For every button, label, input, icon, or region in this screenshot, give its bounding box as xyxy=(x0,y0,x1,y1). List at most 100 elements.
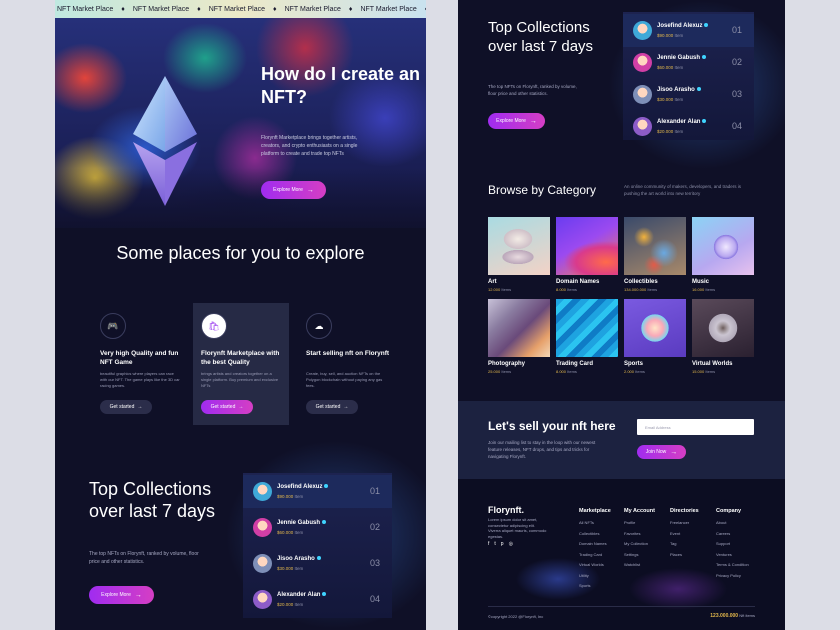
category-image xyxy=(556,299,618,357)
collector-value: $30.000 Item xyxy=(277,566,304,571)
verified-icon xyxy=(696,87,701,92)
get-started-button[interactable]: Get started → xyxy=(306,400,358,414)
category-card[interactable]: Photography 25.000 Items xyxy=(488,299,550,374)
footer-link[interactable]: Collectibles xyxy=(579,531,611,536)
category-count: 12.000 Items xyxy=(488,287,512,292)
footer-brand: Florynft. xyxy=(488,505,524,515)
category-card[interactable]: Collectibles 134.000.000 Items xyxy=(624,217,686,292)
ranking-row[interactable]: Josefind Alexuz $90.000 Item 01 xyxy=(623,14,754,47)
collector-name: Alexander Alan xyxy=(277,592,327,598)
get-started-button[interactable]: Get started → xyxy=(201,400,253,414)
category-name: Collectibles xyxy=(624,279,658,285)
top-collections-description: The top NFTs on Florynft, ranked by volu… xyxy=(488,84,577,96)
footer-link[interactable]: Event xyxy=(670,531,699,536)
arrow-right-icon: → xyxy=(134,591,142,599)
diamond-icon: ♦ xyxy=(425,6,426,13)
footer-link[interactable]: Careers xyxy=(716,531,749,536)
category-image xyxy=(624,217,686,275)
ranking-row[interactable]: Jisoo Arasho $30.000 Item 03 xyxy=(243,547,392,580)
top-explore-button[interactable]: Explore More → xyxy=(488,113,545,129)
category-card[interactable]: Sports 2.000 Items xyxy=(624,299,686,374)
footer-link[interactable]: Privacy Policy xyxy=(716,573,749,578)
footer-link[interactable]: Favorites xyxy=(624,531,655,536)
ranking-list: Josefind Alexuz $90.000 Item 01 Jennie Gabu… xyxy=(623,12,754,140)
ranking-row[interactable]: Jisoo Arasho $30.000 Item 03 xyxy=(623,78,754,111)
email-field[interactable]: Email Address xyxy=(637,419,754,435)
explore-title: Some places for you to explore xyxy=(116,243,365,263)
category-name: Sports xyxy=(624,361,644,367)
category-card[interactable]: Music 16.000 Items xyxy=(692,217,754,292)
footer-link[interactable]: My Collection xyxy=(624,541,655,546)
footer-link[interactable]: Profile xyxy=(624,520,655,525)
footer-link[interactable]: Watchlist xyxy=(624,562,655,567)
footer-link[interactable]: Tag xyxy=(670,541,699,546)
category-card[interactable]: Virtual Worlds 15.000 Items xyxy=(692,299,754,374)
rank-number: 01 xyxy=(369,486,380,496)
join-now-button[interactable]: Join Now → xyxy=(637,445,686,459)
top-explore-button[interactable]: Explore More → xyxy=(89,586,154,604)
hero-explore-button[interactable]: Explore More → xyxy=(261,181,326,199)
collector-value: $30.000 Item xyxy=(657,97,684,102)
footer-column-title: Directories xyxy=(670,508,699,514)
card-title: Start selling nft on Florynft xyxy=(306,350,390,357)
category-card[interactable]: Art 12.000 Items xyxy=(488,217,550,292)
instagram-icon[interactable]: ◎ xyxy=(509,541,513,547)
ranking-row[interactable]: Alexander Alan $20.000 Item 04 xyxy=(623,110,754,143)
footer-link[interactable]: Utility xyxy=(579,573,611,578)
explore-label: Explore More xyxy=(496,118,526,124)
ranking-row[interactable]: Josefind Alexuz $90.000 Item 01 xyxy=(243,475,392,508)
ranking-row[interactable]: Jennie Gabush $60.000 Item 02 xyxy=(623,46,754,79)
avatar xyxy=(633,21,652,40)
footer-column-title: Company xyxy=(716,508,742,514)
collector-name: Jisoo Arasho xyxy=(657,87,701,93)
twitter-icon[interactable]: t xyxy=(494,541,495,547)
ranking-row[interactable]: Alexander Alan $20.000 Item 04 xyxy=(243,583,392,616)
footer-link[interactable]: Sports xyxy=(579,583,611,588)
footer-link[interactable]: All NFTs xyxy=(579,520,611,525)
pinterest-icon[interactable]: p xyxy=(501,541,504,547)
card-title: Very high Quality and fun NFT Game xyxy=(100,350,179,366)
footer-link[interactable]: Support xyxy=(716,541,749,546)
card-description: beautiful graphics where players can rac… xyxy=(100,371,180,388)
category-count: 8.000 Items xyxy=(556,287,577,292)
category-name: Domain Names xyxy=(556,279,600,285)
social-links: f t p ◎ xyxy=(488,541,513,547)
newsletter-title: Let's sell your nft here xyxy=(488,419,616,433)
footer-link[interactable]: Trading Card xyxy=(579,552,611,557)
category-count: 16.000 Items xyxy=(692,287,716,292)
card-description: Create, buy, sell, and auction NFTs on t… xyxy=(306,371,383,388)
avatar xyxy=(253,482,272,501)
ethereum-logo-icon xyxy=(133,76,197,206)
ticker-item: NFT Market Place xyxy=(360,5,417,13)
footer-link[interactable]: Domain Names xyxy=(579,541,611,546)
footer-link[interactable]: Places xyxy=(670,552,699,557)
category-card[interactable]: Domain Names 8.000 Items xyxy=(556,217,618,292)
button-label: Get started xyxy=(315,404,341,410)
footer-column-title: Marketplace xyxy=(579,508,611,514)
verified-icon xyxy=(704,23,709,28)
footer-link[interactable]: Ventures xyxy=(716,552,749,557)
collector-value: $90.000 Item xyxy=(277,494,304,499)
category-card[interactable]: Trading Card 8.000 Items xyxy=(556,299,618,374)
verified-icon xyxy=(322,592,327,597)
rank-number: 04 xyxy=(369,594,380,604)
footer-link[interactable]: Settings xyxy=(624,552,655,557)
button-label: Get started xyxy=(109,404,135,410)
arrow-right-icon: → xyxy=(306,186,314,194)
rank-number: 01 xyxy=(731,25,742,35)
footer-link[interactable]: Terms & Condition xyxy=(716,562,749,567)
ticker-item: NFT Market Place xyxy=(132,5,190,13)
facebook-icon[interactable]: f xyxy=(488,541,489,547)
verified-icon xyxy=(702,119,707,124)
footer-link[interactable]: Virtual Worlds xyxy=(579,562,611,567)
footer-link[interactable]: Freelancer xyxy=(670,520,699,525)
footer-column: My Account Profile Favorites My Collection S… xyxy=(624,508,655,573)
rank-number: 04 xyxy=(731,121,742,131)
get-started-button[interactable]: Get started → xyxy=(100,400,152,414)
footer-link[interactable]: About xyxy=(716,520,749,525)
avatar xyxy=(633,117,652,136)
collector-name: Josefind Alexuz xyxy=(277,484,329,490)
collector-value: $20.000 Item xyxy=(657,129,684,134)
ranking-row[interactable]: Jennie Gabush $60.000 Item 02 xyxy=(243,511,392,544)
collector-name: Josefind Alexuz xyxy=(657,23,709,29)
